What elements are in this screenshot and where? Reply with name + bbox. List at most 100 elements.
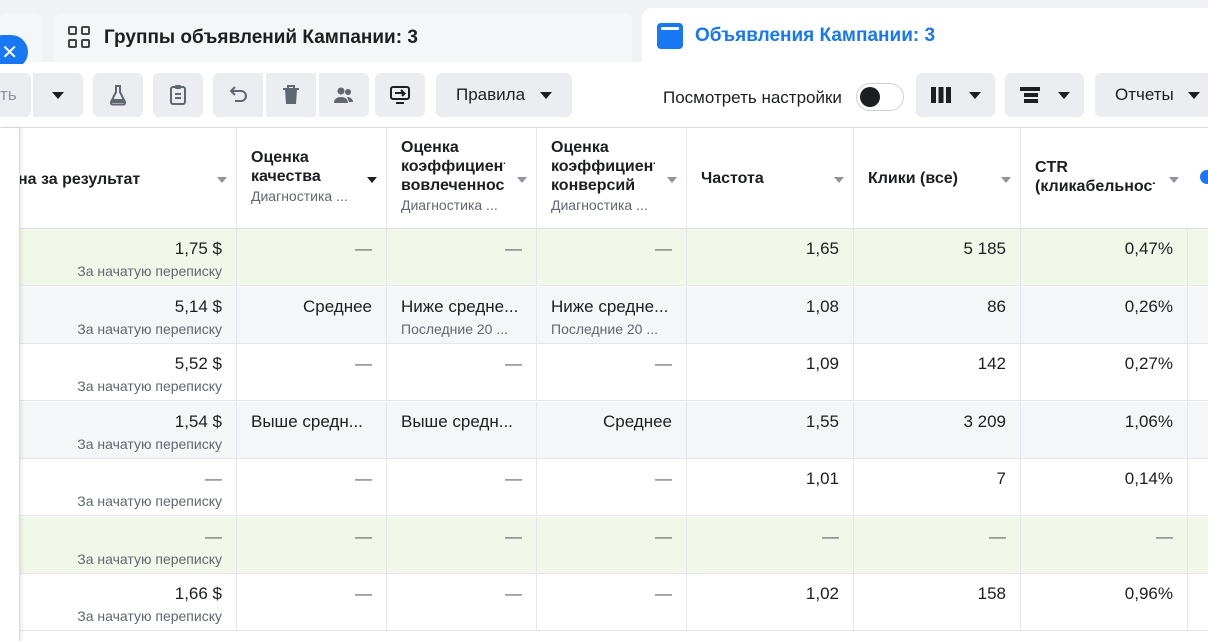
toolbar: ть Правила Посмотреть настройки Отчеты: [0, 64, 1208, 128]
cell-value: 5 185: [963, 239, 1006, 258]
column-header-label: на за результат: [18, 171, 141, 188]
cell-value: 142: [977, 354, 1006, 373]
cell-value: —: [655, 239, 672, 258]
rules-button[interactable]: Правила: [436, 73, 572, 117]
cell-sub: За начатую переписку: [77, 493, 222, 509]
sort-icon[interactable]: [517, 177, 527, 183]
cell-value: —: [505, 239, 522, 258]
sort-icon[interactable]: [1001, 177, 1011, 183]
column-header-sub: Диагностика ...: [401, 197, 498, 213]
breakdown-button[interactable]: [1005, 73, 1084, 117]
cell-value: —: [355, 239, 372, 258]
edit-button[interactable]: ть: [0, 73, 31, 117]
tab-groups-title: Группы объявлений Кампании: 3: [104, 26, 418, 48]
cell-sub: Последние 20 ...: [551, 320, 659, 337]
edit-dropdown-button[interactable]: [33, 73, 83, 117]
column-header-engagement[interactable]: Оценка коэффициент вовлеченности Диагнос…: [387, 128, 537, 229]
cell-conversion: —: [537, 459, 687, 516]
cell-sub: За начатую переписку: [77, 550, 222, 567]
cell-quality: —: [237, 516, 387, 574]
undo-button[interactable]: [213, 73, 263, 117]
cell-value: —: [655, 584, 672, 603]
add-column-icon[interactable]: [1200, 170, 1208, 184]
cell-value: 158: [977, 584, 1006, 603]
cell-value: 1,75 $: [174, 239, 222, 258]
cell-frequency: —: [687, 516, 854, 574]
cell-sub: За начатую переписку: [77, 263, 222, 279]
cell-engagement: —: [387, 459, 537, 516]
cell-frequency: 1,08: [687, 286, 854, 344]
sort-icon[interactable]: [834, 177, 844, 183]
tab-campaigns[interactable]: ✕: [0, 13, 42, 69]
cell-engagement: —: [387, 574, 537, 631]
edit-button-label: ть: [0, 85, 17, 104]
cell-value: —: [655, 469, 672, 488]
flask-icon: [109, 85, 127, 106]
cell-conversion: Среднее: [537, 401, 687, 459]
column-header-quality[interactable]: Оценка качества Диагностика ...: [237, 128, 387, 229]
view-settings-toggle[interactable]: [856, 83, 904, 111]
sort-icon[interactable]: [367, 177, 377, 183]
column-header-label: Оценка коэффициент вовлеченности: [401, 139, 505, 194]
table-row[interactable]: 1,54 $ За начатую переписку Выше средн... В…: [0, 401, 1208, 459]
cell-value: —: [505, 469, 522, 488]
reports-button[interactable]: Отчеты: [1095, 73, 1208, 117]
table-row[interactable]: — За начатую переписку — — — — — —: [0, 516, 1208, 574]
column-header-ctr[interactable]: CTR (кликабельность): [1021, 128, 1208, 229]
view-settings-label: Посмотреть настройки: [663, 88, 842, 107]
table-row[interactable]: 5,52 $ За начатую переписку — — — 1,09 142 0,27…: [0, 344, 1208, 401]
table-row[interactable]: 1,75 $ За начатую переписку — — — 1,65 5 185 0,…: [0, 229, 1208, 286]
sort-icon[interactable]: [667, 177, 677, 183]
column-header-label: Частота: [701, 170, 764, 187]
cell-value: 0,47%: [1124, 239, 1173, 258]
sort-icon[interactable]: [1169, 177, 1179, 183]
column-header-label: Оценка коэффициент конверсий: [551, 139, 655, 194]
cell-conversion: —: [537, 229, 687, 286]
cell-conversion: Ниже средне... Последние 20 ...: [537, 286, 687, 344]
delete-button[interactable]: [266, 73, 316, 117]
cell-quality: —: [237, 344, 387, 401]
cell-clicks: 3 209: [854, 401, 1021, 459]
compare-icon: [390, 86, 410, 104]
column-header-frequency[interactable]: Частота: [687, 128, 854, 229]
cell-value: 1,66 $: [174, 584, 222, 603]
table-row[interactable]: 1,66 $ За начатую переписку — — — 1,02 158 0,96…: [0, 574, 1208, 631]
tab-ad-groups[interactable]: Группы объявлений Кампании: 3: [54, 13, 632, 62]
cell-value: 1,65: [805, 239, 839, 258]
sort-icon[interactable]: [217, 177, 227, 183]
audience-button[interactable]: [319, 73, 369, 117]
table-row[interactable]: — За начатую переписку — — — 1,01 7 0,14%: [0, 459, 1208, 516]
cell-value: 5,52 $: [174, 354, 222, 373]
table-row[interactable]: 5,14 $ За начатую переписку Среднее Ниже ср…: [0, 286, 1208, 344]
breakdown-icon: [1020, 87, 1040, 103]
cell-cost: 1,54 $ За начатую переписку: [0, 401, 237, 459]
column-header-cost[interactable]: на за результат: [0, 128, 237, 229]
cell-conversion: —: [537, 516, 687, 574]
cell-value: Ниже средне...: [401, 296, 519, 316]
cell-value: 1,08: [805, 296, 839, 316]
cell-conversion: —: [537, 344, 687, 401]
clipboard-button[interactable]: [153, 73, 203, 117]
column-header-clicks[interactable]: Клики (все): [854, 128, 1021, 229]
tab-ads[interactable]: Объявления Кампании: 3: [642, 8, 1208, 64]
tab-bar: ✕ Группы объявлений Кампании: 3 Объявлен…: [0, 0, 1208, 69]
cell-ctr: 0,47%: [1021, 229, 1188, 286]
tab-ads-title: Объявления Кампании: 3: [695, 25, 936, 46]
column-header-label: CTR (кликабельность): [1035, 159, 1155, 195]
caret-down-icon: [1058, 91, 1070, 99]
cell-frequency: 1,02: [687, 574, 854, 631]
cell-value: 0,26%: [1124, 296, 1173, 316]
cell-ctr: —: [1021, 516, 1188, 574]
cell-ctr: 0,26%: [1021, 286, 1188, 344]
cell-value: —: [1156, 526, 1173, 546]
cell-value: 7: [996, 469, 1006, 488]
cell-cost: — За начатую переписку: [0, 516, 237, 574]
columns-button[interactable]: [916, 73, 995, 117]
compare-button[interactable]: [375, 73, 425, 117]
rules-button-label: Правила: [456, 85, 526, 104]
cell-cost: 1,75 $ За начатую переписку: [0, 229, 237, 286]
frozen-column-edge: [0, 128, 20, 641]
test-button[interactable]: [93, 73, 143, 117]
trash-icon: [283, 85, 299, 104]
column-header-conversion[interactable]: Оценка коэффициент конверсий Диагностика…: [537, 128, 687, 229]
